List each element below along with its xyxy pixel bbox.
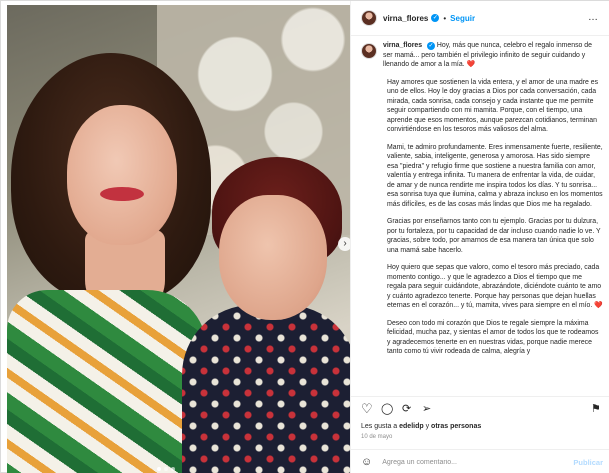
username-link[interactable]: virna_flores — [383, 14, 428, 23]
likes-summary: Les gusta a edelidp y otras personas — [361, 423, 481, 430]
photo-woman-left-dress — [7, 290, 207, 473]
likes-connector: y — [423, 423, 432, 430]
like-icon[interactable]: ♡ — [361, 401, 373, 417]
publish-button[interactable]: Publicar — [573, 458, 603, 467]
verified-badge-icon: ✓ — [427, 42, 435, 50]
save-icon[interactable]: ⚑ — [591, 401, 601, 417]
post-actions: ♡ ◯ ⟳ ➢ ⚑ — [351, 396, 609, 420]
caption-header: virna_flores ✓ Hoy, más que nunca, celeb… — [361, 41, 607, 70]
avatar[interactable] — [361, 43, 377, 59]
photo-woman-right-dress — [182, 305, 350, 473]
post-side-panel: virna_flores ✓ • Seguir … virna_flores ✓… — [350, 1, 609, 473]
repost-icon[interactable]: ⟳ — [402, 401, 411, 417]
liker-username-link[interactable]: edelidp — [399, 423, 424, 430]
caption-username-link[interactable]: virna_flores — [383, 42, 422, 49]
post-photo[interactable]: › — [7, 5, 350, 473]
comment-input[interactable] — [382, 458, 553, 466]
caption-paragraph: Hay amores que sostienen la vida entera,… — [387, 78, 599, 134]
verified-badge-icon: ✓ — [431, 14, 440, 22]
post-caption: virna_flores ✓ Hoy, más que nunca, celeb… — [361, 41, 607, 393]
likes-prefix: Les gusta a — [361, 423, 400, 430]
photo-woman-left-lips — [100, 187, 144, 201]
comment-bar: ☺ Publicar — [351, 449, 609, 473]
heart-emoji: ❤️ — [466, 61, 476, 68]
likes-others-link[interactable]: otras personas — [431, 423, 481, 430]
post-header: virna_flores ✓ • Seguir … — [351, 1, 609, 36]
photo-woman-right-face — [219, 195, 327, 320]
carousel-dot — [157, 467, 161, 471]
instagram-post-frame: › virna_flores ✓ • Seguir … virna_flores… — [0, 0, 609, 473]
caption-paragraph: Hoy quiero que sepas que valoro, como el… — [387, 263, 603, 311]
avatar[interactable] — [361, 10, 377, 26]
caption-paragraph: Gracias por enseñarnos tanto con tu ejem… — [387, 218, 601, 254]
caption-paragraph-text: Hoy quiero que sepas que valoro, como el… — [387, 264, 602, 309]
photo-woman-left-face — [67, 105, 177, 245]
share-icon[interactable]: ➢ — [422, 401, 431, 417]
heart-emoji: ❤️ — [594, 302, 603, 309]
more-options-icon[interactable]: … — [588, 12, 599, 23]
follow-button[interactable]: Seguir — [450, 14, 475, 23]
header-separator: • — [443, 13, 447, 23]
comment-icon[interactable]: ◯ — [381, 401, 393, 417]
caption-intro: virna_flores ✓ Hoy, más que nunca, celeb… — [383, 41, 601, 70]
carousel-next-icon[interactable]: › — [338, 237, 350, 251]
post-date[interactable]: 10 de mayo — [361, 434, 392, 440]
carousel-dot — [164, 467, 168, 471]
caption-paragraph: Mami, te admiro profundamente. Eres inme… — [387, 143, 603, 208]
carousel-dot — [171, 467, 175, 471]
caption-paragraph: Deseo con todo mi corazón que Dios te re… — [387, 319, 599, 356]
emoji-icon[interactable]: ☺ — [361, 456, 372, 468]
carousel-dots — [157, 467, 175, 471]
